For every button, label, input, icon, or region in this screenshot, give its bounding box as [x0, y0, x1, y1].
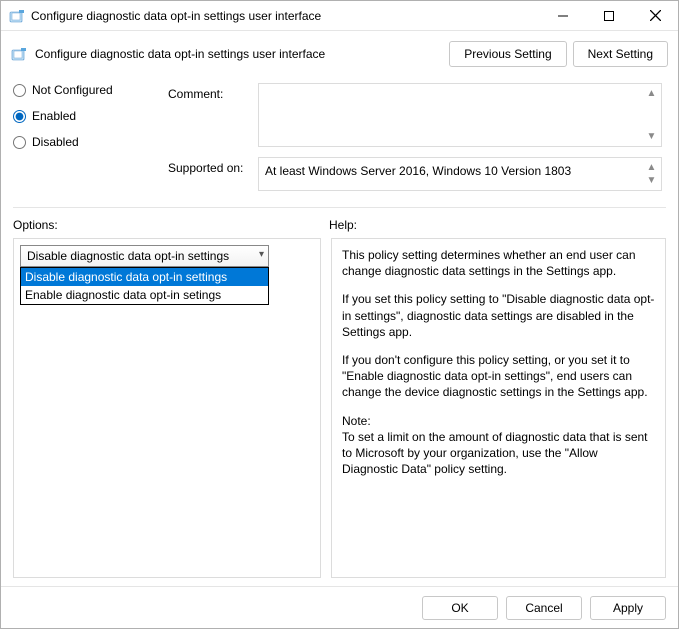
options-combobox-value: Disable diagnostic data opt-in settings [27, 249, 229, 263]
subheader: Configure diagnostic data opt-in setting… [1, 31, 678, 71]
radio-enabled-input[interactable] [13, 110, 26, 123]
options-label: Options: [13, 218, 329, 232]
help-text: Note: [342, 413, 655, 429]
options-dropdown-item[interactable]: Disable diagnostic data opt-in settings [21, 268, 268, 286]
help-text: If you don't configure this policy setti… [342, 352, 655, 401]
radio-enabled-label: Enabled [32, 109, 76, 123]
minimize-button[interactable] [540, 1, 586, 30]
previous-setting-button[interactable]: Previous Setting [449, 41, 566, 67]
scroll-down-icon[interactable]: ▼ [644, 129, 659, 144]
close-button[interactable] [632, 1, 678, 30]
radio-disabled[interactable]: Disabled [13, 135, 168, 149]
help-text: If you set this policy setting to "Disab… [342, 291, 655, 340]
radio-not-configured[interactable]: Not Configured [13, 83, 168, 97]
radio-not-configured-label: Not Configured [32, 83, 113, 97]
options-combobox[interactable]: Disable diagnostic data opt-in settings … [20, 245, 269, 267]
gpo-policy-icon [11, 46, 27, 62]
comment-textbox[interactable]: ▲ ▼ [258, 83, 662, 147]
scroll-up-icon[interactable]: ▲ [644, 86, 659, 101]
supported-on-value: At least Windows Server 2016, Windows 10… [265, 164, 571, 178]
next-setting-button[interactable]: Next Setting [573, 41, 668, 67]
titlebar: Configure diagnostic data opt-in setting… [1, 1, 678, 31]
ok-button[interactable]: OK [422, 596, 498, 620]
help-panel: This policy setting determines whether a… [331, 238, 666, 578]
options-dropdown: Disable diagnostic data opt-in settings … [20, 267, 269, 305]
supported-on-box: At least Windows Server 2016, Windows 10… [258, 157, 662, 191]
window-title: Configure diagnostic data opt-in setting… [31, 9, 540, 23]
maximize-button[interactable] [586, 1, 632, 30]
options-panel: Disable diagnostic data opt-in settings … [13, 238, 321, 578]
gpo-policy-icon [9, 8, 25, 24]
chevron-down-icon: ▾ [259, 249, 264, 260]
options-dropdown-item[interactable]: Enable diagnostic data opt-in setings [21, 286, 268, 304]
comment-label: Comment: [168, 83, 258, 101]
radio-not-configured-input[interactable] [13, 84, 26, 97]
cancel-button[interactable]: Cancel [506, 596, 582, 620]
help-text: This policy setting determines whether a… [342, 247, 655, 279]
radio-disabled-label: Disabled [32, 135, 79, 149]
help-text: To set a limit on the amount of diagnost… [342, 429, 655, 478]
apply-button[interactable]: Apply [590, 596, 666, 620]
radio-disabled-input[interactable] [13, 136, 26, 149]
footer: OK Cancel Apply [1, 586, 678, 628]
radio-enabled[interactable]: Enabled [13, 109, 168, 123]
policy-name: Configure diagnostic data opt-in setting… [35, 47, 325, 61]
help-label: Help: [329, 218, 357, 232]
scroll-down-icon[interactable]: ▼ [644, 173, 659, 188]
supported-on-label: Supported on: [168, 157, 258, 175]
